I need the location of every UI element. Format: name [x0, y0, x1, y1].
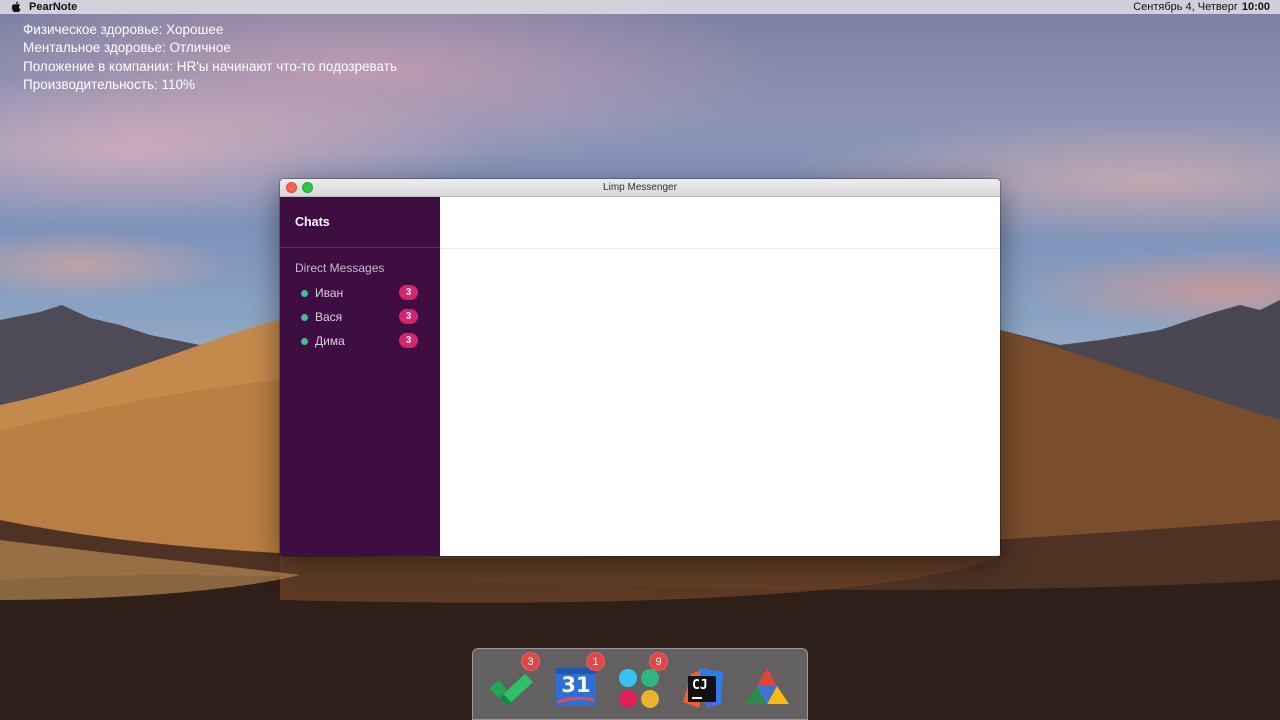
dm-item-dima[interactable]: Дима 3: [280, 329, 440, 353]
dock-app-drive[interactable]: [741, 664, 793, 712]
dock-app-calendar[interactable]: 31 1: [550, 652, 605, 712]
chat-sidebar: Chats Direct Messages Иван 3 Вася 3 Дима…: [280, 197, 440, 556]
status-overlay: Физическое здоровье: Хорошее Ментальное …: [23, 21, 397, 94]
dock-app-chat[interactable]: 9: [613, 652, 668, 712]
dots-chat-icon: [619, 669, 659, 708]
active-app-name[interactable]: PearNote: [29, 1, 77, 13]
status-company-position: Положение в компании: HR'ы начинают что-…: [23, 58, 397, 74]
window-title: Limp Messenger: [603, 182, 677, 193]
conversation-header: [440, 197, 1000, 249]
dm-item-ivan[interactable]: Иван 3: [280, 281, 440, 305]
window-titlebar[interactable]: Limp Messenger: [280, 179, 1000, 197]
dock-app-tasks[interactable]: 3: [485, 652, 540, 712]
messenger-window: Limp Messenger Chats Direct Messages Ива…: [280, 179, 1000, 556]
chats-title: Chats: [295, 215, 330, 229]
menu-clock[interactable]: Сентябрь 4, Четверг 10:00: [1133, 1, 1270, 13]
window-body: Chats Direct Messages Иван 3 Вася 3 Дима…: [280, 197, 1000, 556]
dock-badge-tasks: 3: [521, 652, 540, 671]
dm-item-label: Иван: [315, 286, 344, 300]
menu-bar: PearNote Сентябрь 4, Четверг 10:00: [0, 0, 1280, 14]
dock-badge-chat: 9: [649, 652, 668, 671]
checkmark-tasks-icon: [489, 674, 533, 706]
menu-time: 10:00: [1241, 1, 1270, 13]
chats-header: Chats: [280, 197, 440, 248]
unread-badge: 3: [399, 309, 418, 324]
close-window-button[interactable]: [286, 182, 297, 193]
dock-badge-calendar: 1: [586, 652, 605, 671]
online-status-icon: [301, 289, 308, 297]
status-physical-health: Физическое здоровье: Хорошее: [23, 22, 224, 37]
menu-date: Сентябрь 4, Четверг: [1133, 1, 1238, 13]
conversation-pane: [440, 197, 1000, 556]
dm-item-vasya[interactable]: Вася 3: [280, 305, 440, 329]
status-productivity: Производительность: 110%: [23, 76, 196, 92]
dock: 3 31 1 9 CJ: [472, 648, 808, 720]
unread-badge: 3: [399, 333, 418, 348]
window-controls: [286, 182, 313, 193]
dock-app-cj-ide[interactable]: CJ: [677, 664, 729, 712]
dm-item-label: Дима: [315, 334, 345, 348]
apple-menu-icon[interactable]: [10, 1, 22, 13]
cj-ide-label: CJ: [692, 678, 708, 693]
zoom-window-button[interactable]: [302, 182, 313, 193]
direct-messages-list: Иван 3 Вася 3 Дима 3: [280, 281, 440, 353]
calendar-day-label: 31: [561, 673, 591, 697]
triangle-drive-icon: [745, 668, 789, 704]
online-status-icon: [301, 313, 308, 321]
unread-badge: 3: [399, 285, 418, 300]
online-status-icon: [301, 337, 308, 345]
dm-item-label: Вася: [315, 310, 343, 324]
direct-messages-title[interactable]: Direct Messages: [280, 248, 440, 275]
status-mental-health: Ментальное здоровье: Отличное: [23, 40, 231, 56]
